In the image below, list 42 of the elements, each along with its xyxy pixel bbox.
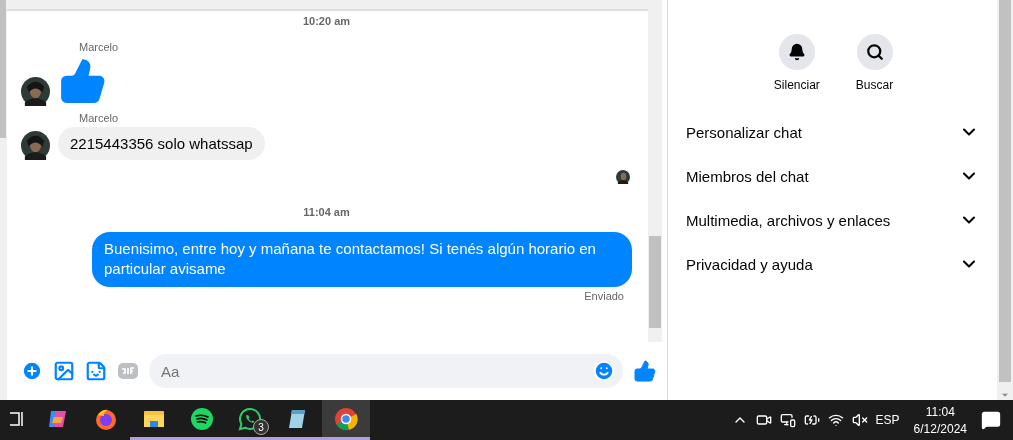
avatar — [21, 131, 50, 160]
message-input[interactable]: Aa — [149, 354, 623, 388]
clock-date[interactable]: 6/12/2024 — [913, 421, 967, 436]
add-icon[interactable] — [21, 360, 43, 382]
clock-time[interactable]: 11:04 — [925, 404, 955, 419]
monitor-icon[interactable] — [779, 412, 796, 428]
bell-icon — [787, 43, 806, 61]
taskbar-app[interactable] — [322, 400, 370, 440]
avatar — [21, 77, 50, 106]
taskbar-app[interactable]: 3 — [226, 400, 274, 440]
message-bubble: Buenisimo, entre hoy y mañana te contactamos! Si tenés algún horario en particular avisame — [92, 232, 632, 287]
search-icon — [865, 43, 884, 61]
message-bubble: 2215443356 solo whatssap — [58, 127, 265, 160]
chat-bubble-icon — [238, 406, 262, 431]
image-icon[interactable] — [53, 360, 75, 382]
timestamp: 10:20 am — [302, 15, 351, 27]
wifi-icon[interactable] — [827, 412, 844, 428]
section-header[interactable]: Personalizar chat — [684, 110, 983, 154]
message-status: Enviado — [584, 290, 624, 302]
notifications-icon[interactable] — [981, 410, 1001, 430]
language-indicator[interactable]: ESP — [875, 413, 900, 427]
section-header[interactable]: Privacidad y ayuda — [684, 242, 983, 286]
action-button[interactable]: Silenciar — [773, 34, 820, 92]
timestamp: 11:04 am — [303, 206, 350, 218]
sender-name: Marcelo — [79, 41, 120, 53]
scroll-down-arrow-icon[interactable] — [1000, 390, 1010, 400]
spotify-icon — [190, 406, 214, 431]
section-header[interactable]: Miembros del chat — [684, 154, 983, 198]
scrollbar-thumb[interactable] — [0, 0, 6, 138]
battery-icon[interactable] — [803, 412, 820, 428]
notification-badge: 3 — [253, 419, 269, 435]
scrollbar-thumb[interactable] — [999, 0, 1011, 382]
sender-name: Marcelo — [79, 112, 120, 124]
sticker-icon[interactable] — [85, 360, 107, 382]
chrome-icon — [334, 406, 358, 431]
seen-avatar — [616, 170, 630, 184]
camera-icon[interactable] — [755, 412, 772, 428]
emoji-icon[interactable] — [593, 360, 615, 382]
muted-speaker-icon[interactable] — [851, 412, 868, 428]
scrollbar-thumb[interactable] — [649, 236, 661, 328]
thumbs-up-icon[interactable] — [633, 359, 657, 383]
section-header[interactable]: Multimedia, archivos y enlaces — [684, 198, 983, 242]
